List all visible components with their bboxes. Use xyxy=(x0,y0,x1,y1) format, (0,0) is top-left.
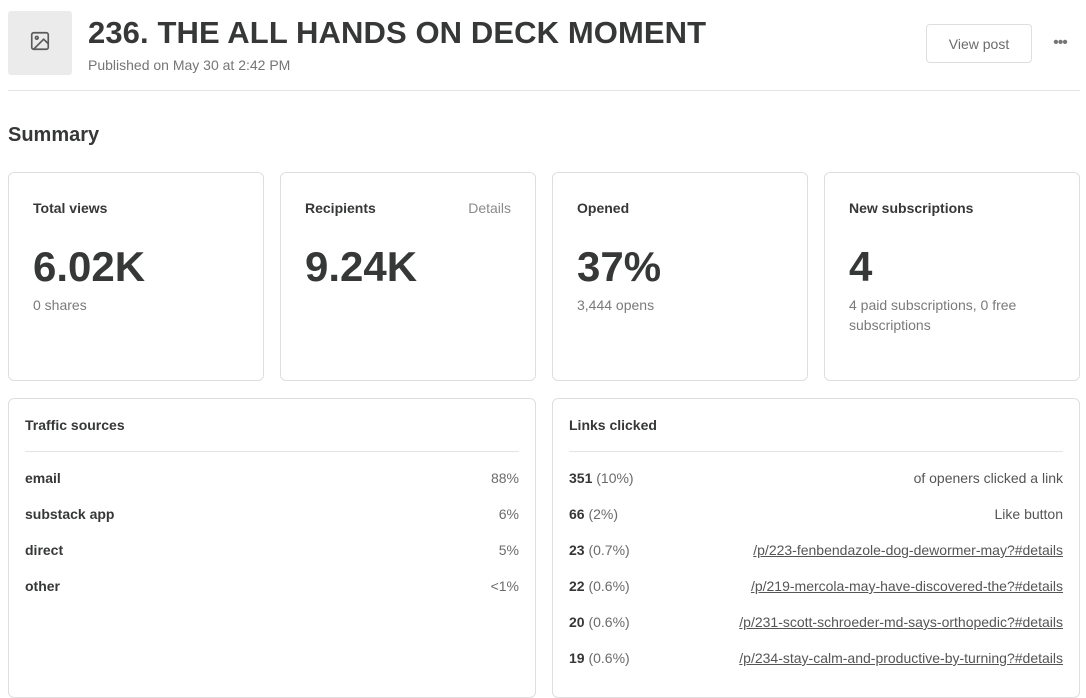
list-item: email 88% xyxy=(25,468,519,488)
post-link[interactable]: /p/231-scott-schroeder-md-says-orthopedi… xyxy=(739,614,1063,630)
card-subtext: 4 paid subscriptions, 0 free subscriptio… xyxy=(849,297,1017,333)
post-link[interactable]: /p/223-fenbendazole-dog-dewormer-may?#de… xyxy=(753,542,1063,558)
divider xyxy=(569,451,1063,452)
list-item: 22 (0.6%) /p/219-mercola-may-have-discov… xyxy=(569,576,1063,596)
list-item: 23 (0.7%) /p/223-fenbendazole-dog-deworm… xyxy=(569,540,1063,560)
recipients-details-link[interactable]: Details xyxy=(468,200,511,216)
post-header: 236. THE ALL HANDS ON DECK MOMENT Publis… xyxy=(8,11,1080,91)
links-clicked-panel: Links clicked 351 (10%) of openers click… xyxy=(552,398,1080,698)
card-subtext: 3,444 opens xyxy=(577,297,655,313)
list-item: direct 5% xyxy=(25,540,519,560)
source-name: substack app xyxy=(25,506,115,522)
panel-title: Links clicked xyxy=(569,417,657,433)
source-name: other xyxy=(25,578,60,594)
click-count: 351 (10%) xyxy=(569,470,634,486)
source-percent: <1% xyxy=(490,578,519,594)
source-percent: 88% xyxy=(490,470,519,486)
card-label: Total views xyxy=(33,200,108,216)
source-name: direct xyxy=(25,542,64,558)
click-count: 22 (0.6%) xyxy=(569,578,630,594)
card-value: 9.24K xyxy=(305,243,418,290)
post-link[interactable]: /p/219-mercola-may-have-discovered-the?#… xyxy=(751,578,1063,594)
summary-heading: Summary xyxy=(8,124,100,146)
more-options-icon[interactable]: ••• xyxy=(1046,31,1074,55)
card-label: Opened xyxy=(577,200,630,216)
card-total-views: Total views 6.02K 0 shares xyxy=(8,172,264,381)
card-value: 4 xyxy=(849,243,873,290)
link-label: of openers clicked a link xyxy=(913,470,1063,486)
image-icon xyxy=(29,30,51,57)
traffic-sources-panel: Traffic sources email 88% substack app 6… xyxy=(8,398,536,698)
click-count: 23 (0.7%) xyxy=(569,542,630,558)
click-count: 19 (0.6%) xyxy=(569,650,630,666)
list-item: other <1% xyxy=(25,576,519,596)
card-subtext: 0 shares xyxy=(33,297,87,313)
card-label: Recipients xyxy=(305,200,376,216)
card-value: 6.02K xyxy=(33,243,146,290)
post-thumbnail xyxy=(8,11,72,75)
list-item: 19 (0.6%) /p/234-stay-calm-and-productiv… xyxy=(569,648,1063,668)
source-percent: 5% xyxy=(498,542,519,558)
list-item: 20 (0.6%) /p/231-scott-schroeder-md-says… xyxy=(569,612,1063,632)
list-item: 351 (10%) of openers clicked a link xyxy=(569,468,1063,488)
card-value: 37% xyxy=(577,243,662,290)
source-name: email xyxy=(25,470,61,486)
post-link[interactable]: /p/234-stay-calm-and-productive-by-turni… xyxy=(739,650,1063,666)
click-count: 20 (0.6%) xyxy=(569,614,630,630)
click-count: 66 (2%) xyxy=(569,506,619,522)
link-label: Like button xyxy=(994,506,1064,522)
card-recipients: Recipients Details 9.24K xyxy=(280,172,536,381)
card-opened: Opened 37% 3,444 opens xyxy=(552,172,808,381)
published-date: Published on May 30 at 2:42 PM xyxy=(88,57,291,73)
card-new-subscriptions: New subscriptions 4 4 paid subscriptions… xyxy=(824,172,1080,381)
list-item: 66 (2%) Like button xyxy=(569,504,1063,524)
panel-title: Traffic sources xyxy=(25,417,125,433)
divider xyxy=(25,451,519,452)
list-item: substack app 6% xyxy=(25,504,519,524)
page-title: 236. THE ALL HANDS ON DECK MOMENT xyxy=(88,15,707,50)
card-label: New subscriptions xyxy=(849,200,974,216)
view-post-button[interactable]: View post xyxy=(926,24,1032,63)
source-percent: 6% xyxy=(498,506,519,522)
